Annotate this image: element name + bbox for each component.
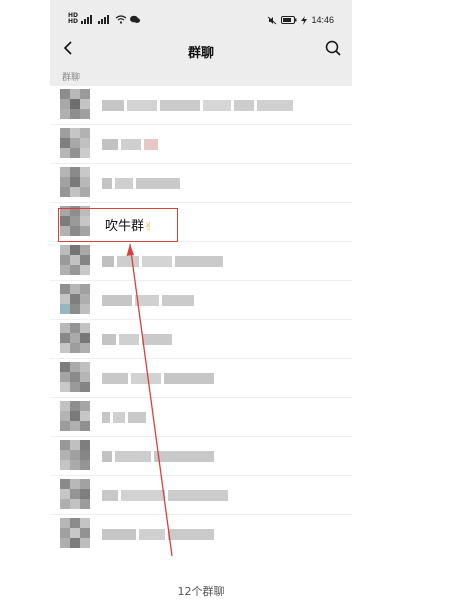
- annotation-arrow: [126, 243, 173, 557]
- group-count: 12个群聊: [177, 585, 225, 598]
